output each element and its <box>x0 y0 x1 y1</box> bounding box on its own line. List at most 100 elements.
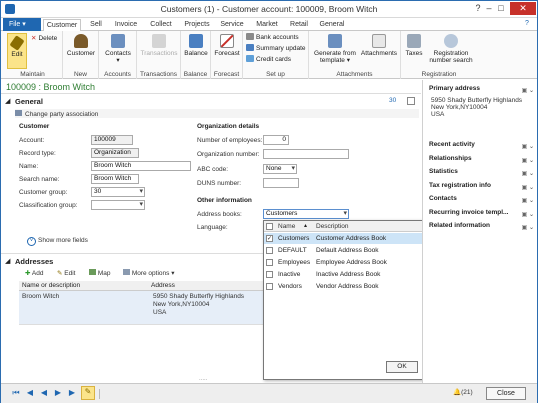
classification-group-select[interactable] <box>91 200 145 210</box>
search-name-field[interactable]: Broom Witch <box>91 174 139 184</box>
next-page-icon[interactable]: ▶ <box>67 388 77 398</box>
contacts-label: Contacts <box>105 50 131 57</box>
record-type-field[interactable]: Organization <box>91 148 139 158</box>
close-button[interactable]: Close <box>486 387 526 400</box>
dropdown-row[interactable]: Inactive Inactive Address Book <box>264 269 424 280</box>
dropdown-ok-button[interactable]: OK <box>386 361 418 373</box>
tab-collect[interactable]: Collect <box>146 19 176 31</box>
classification-group-label: Classification group: <box>19 202 78 209</box>
dropdown-col-name[interactable]: Name <box>278 223 295 230</box>
row-checkbox[interactable] <box>266 271 273 278</box>
factbox-item[interactable]: Statistics ▣ ⌄ <box>429 166 534 178</box>
account-label: Account: <box>19 137 45 144</box>
resize-grip[interactable]: ..... <box>199 376 207 382</box>
tab-projects[interactable]: Projects <box>181 19 213 31</box>
factbox-item-options-icon[interactable]: ▣ ⌄ <box>516 168 534 177</box>
factbox-primary-address[interactable]: Primary address ▣ ⌄ <box>429 83 534 95</box>
generate-template-button[interactable]: Generate from template ▾ <box>311 34 359 64</box>
factbox-item[interactable]: Recent activity ▣ ⌄ <box>429 139 534 151</box>
previous-record-icon[interactable]: ◀ <box>39 388 49 398</box>
customer-group-select[interactable]: 30 <box>91 187 145 197</box>
registration-search-button[interactable]: Registration number search <box>427 34 475 64</box>
file-tab[interactable]: File ▾ <box>3 18 41 31</box>
factbox-item-options-icon[interactable]: ▣ ⌄ <box>516 141 534 150</box>
addresses-title: Addresses <box>15 257 54 266</box>
tab-market[interactable]: Market <box>253 19 281 31</box>
edit-mode-icon[interactable]: ✎ <box>81 386 95 400</box>
dropdown-row[interactable]: ✓ Customers Customer Address Book <box>264 233 424 244</box>
edit-address-button[interactable]: ✎ Edit <box>57 269 75 277</box>
name-field[interactable]: Broom Witch <box>91 161 191 171</box>
dropdown-row[interactable]: DEFAULT Default Address Book <box>264 245 424 256</box>
tab-sell[interactable]: Sell <box>85 19 107 31</box>
tab-invoice[interactable]: Invoice <box>111 19 141 31</box>
show-more-label: Show more fields <box>38 237 88 244</box>
factbox-item[interactable]: Contacts ▣ ⌄ <box>429 193 534 205</box>
previous-page-icon[interactable]: ◀ <box>25 388 35 398</box>
account-field[interactable]: 100009 <box>91 135 133 145</box>
credit-cards-button[interactable]: Credit cards <box>246 55 291 64</box>
delete-button[interactable]: ✕ Delete <box>31 34 57 43</box>
window-close-button[interactable]: ✕ <box>510 2 536 15</box>
factbox-item-options-icon[interactable]: ▣ ⌄ <box>516 155 534 164</box>
col-address-header[interactable]: Address <box>151 282 175 289</box>
summary-update-button[interactable]: Summary update <box>246 44 306 53</box>
notification-count[interactable]: 🔔(21) <box>453 388 473 396</box>
primary-address-line1: 5950 Shady Butterfly Highlands <box>431 97 523 104</box>
more-options-button[interactable]: More options ▾ <box>123 269 174 277</box>
line-chart-icon <box>220 34 234 48</box>
factbox-item[interactable]: Relationships ▣ ⌄ <box>429 153 534 165</box>
tab-general[interactable]: General <box>317 19 347 31</box>
collapse-addresses-icon[interactable]: ◢ <box>5 257 10 265</box>
employees-label: Number of employees: <box>197 137 263 144</box>
factbox-item-options-icon[interactable]: ▣ ⌄ <box>516 195 534 204</box>
dropdown-row[interactable]: Vendors Vendor Address Book <box>264 281 424 292</box>
tab-retail[interactable]: Retail <box>287 19 311 31</box>
row-checkbox[interactable] <box>266 259 273 266</box>
forecast-button[interactable]: Forecast <box>212 34 242 57</box>
change-party-button[interactable]: Change party association <box>15 110 98 118</box>
taxes-button[interactable]: Taxes <box>402 34 426 57</box>
dropdown-row[interactable]: Employees Employee Address Book <box>264 257 424 268</box>
address-row-name: Broom Witch <box>22 293 60 300</box>
employees-field[interactable]: 0 <box>263 135 289 145</box>
factbox-item-options-icon[interactable]: ▣ ⌄ <box>516 209 534 218</box>
factbox-options-icon[interactable]: ▣ ⌄ <box>516 85 534 94</box>
factbox-item[interactable]: Related information ▣ ⌄ <box>429 220 534 232</box>
balance-button[interactable]: Balance <box>182 34 210 57</box>
edit-button[interactable]: Edit <box>7 33 27 69</box>
next-record-icon[interactable]: ▶ <box>53 388 63 398</box>
org-number-field[interactable] <box>263 149 349 159</box>
add-address-button[interactable]: ✚ Add <box>25 269 43 277</box>
maximize-button[interactable]: □ <box>491 2 511 15</box>
factbox-item[interactable]: Recurring invoice templ... ▣ ⌄ <box>429 207 534 219</box>
map-button[interactable]: Map <box>89 269 110 277</box>
select-all-checkbox[interactable] <box>266 223 273 230</box>
show-more-fields-button[interactable]: ˅ Show more fields <box>27 237 88 246</box>
attachments-button[interactable]: Attachments <box>359 34 399 57</box>
contacts-button[interactable]: Contacts ▾ <box>101 34 135 64</box>
new-customer-button[interactable]: Customer <box>65 34 97 57</box>
delete-icon: ✕ <box>31 35 37 42</box>
row-checkbox[interactable] <box>266 247 273 254</box>
tab-service[interactable]: Service <box>217 19 247 31</box>
collapse-general-icon[interactable]: ◢ <box>5 97 10 105</box>
duns-field[interactable] <box>263 178 299 188</box>
row-checkbox[interactable] <box>266 283 273 290</box>
col-name-header[interactable]: Name or description <box>22 282 80 289</box>
address-books-select[interactable]: Customers <box>263 209 349 219</box>
factbox-item-options-icon[interactable]: ▣ ⌄ <box>516 182 534 191</box>
close-label: Close <box>497 390 515 397</box>
row-checkbox[interactable]: ✓ <box>266 235 273 242</box>
transactions-button[interactable]: Transactions <box>139 34 179 57</box>
general-options-icon[interactable] <box>407 97 415 105</box>
dropdown-col-desc[interactable]: Description <box>316 223 349 230</box>
name-label: Name: <box>19 163 39 170</box>
factbox-item-options-icon[interactable]: ▣ ⌄ <box>516 222 534 231</box>
credit-card-icon <box>246 55 254 62</box>
ribbon-help-icon[interactable]: ? <box>525 20 529 27</box>
abc-code-select[interactable]: None <box>263 164 297 174</box>
factbox-item[interactable]: Tax registration info ▣ ⌄ <box>429 180 534 192</box>
bank-accounts-button[interactable]: Bank accounts <box>246 33 299 42</box>
first-record-icon[interactable]: ⏮ <box>11 388 21 398</box>
